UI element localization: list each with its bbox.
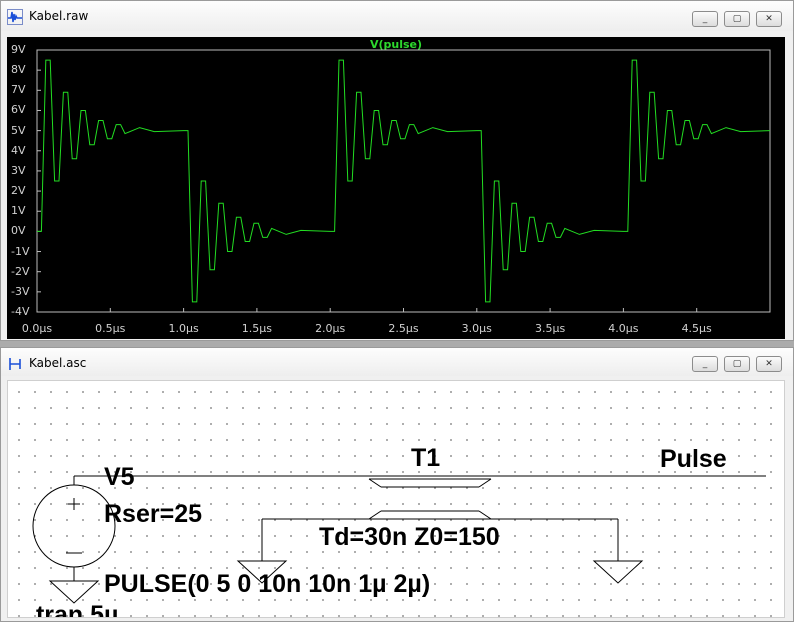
tline-name-label[interactable]: T1: [411, 444, 440, 472]
source-value-label[interactable]: PULSE(0 5 0 10n 10n 1µ 2µ): [104, 570, 430, 598]
minimize-button[interactable]: _: [692, 11, 718, 27]
tline-params-label[interactable]: Td=30n Z0=150: [319, 523, 500, 551]
source-rser-label[interactable]: Rser=25: [104, 500, 202, 528]
tline-bottom-left: [368, 510, 382, 520]
ground-icon[interactable]: [48, 580, 100, 604]
waveform-plot[interactable]: V(pulse) 9V 8V 7V 6V 5V 4V 3V 2V 1V 0V -1V -2V -3V -4…: [7, 37, 785, 339]
schematic-window: Kabel.asc _ ▢ ✕ V5 Rser=25 PULSE(0 5 0 1…: [0, 347, 794, 622]
close-button[interactable]: ✕: [756, 356, 782, 372]
tline-top-left: [368, 478, 382, 488]
voltage-source-symbol[interactable]: [32, 484, 116, 568]
close-button[interactable]: ✕: [756, 11, 782, 27]
tline-bottom-right: [478, 510, 492, 520]
axis-ticks: [36, 49, 698, 313]
schematic-window-title: Kabel.asc: [29, 356, 87, 370]
net-label-pulse[interactable]: Pulse: [660, 445, 727, 473]
restore-button[interactable]: ▢: [724, 356, 750, 372]
restore-button[interactable]: ▢: [724, 11, 750, 27]
schematic-canvas[interactable]: V5 Rser=25 PULSE(0 5 0 10n 10n 1µ 2µ) T1…: [7, 380, 785, 618]
waveform-window-title: Kabel.raw: [29, 9, 89, 23]
waveform-app-icon: [7, 9, 23, 25]
waveform-window: Kabel.raw _ ▢ ✕ V(pulse) 9V 8V 7V 6V 5V 4V 3V 2…: [0, 0, 794, 341]
schematic-titlebar[interactable]: Kabel.asc _ ▢ ✕: [1, 348, 793, 376]
trace-v-pulse: [37, 59, 771, 303]
minimize-button[interactable]: _: [692, 356, 718, 372]
tran-directive[interactable]: .tran 5µ: [29, 601, 118, 617]
plot-frame: [36, 49, 771, 313]
waveform-titlebar[interactable]: Kabel.raw _ ▢ ✕: [1, 1, 793, 31]
schematic-app-icon: [9, 358, 21, 370]
waveform-chart: [36, 49, 771, 313]
ground-icon[interactable]: [592, 560, 644, 584]
tline-top-right: [478, 478, 492, 488]
source-name-label[interactable]: V5: [104, 463, 135, 491]
